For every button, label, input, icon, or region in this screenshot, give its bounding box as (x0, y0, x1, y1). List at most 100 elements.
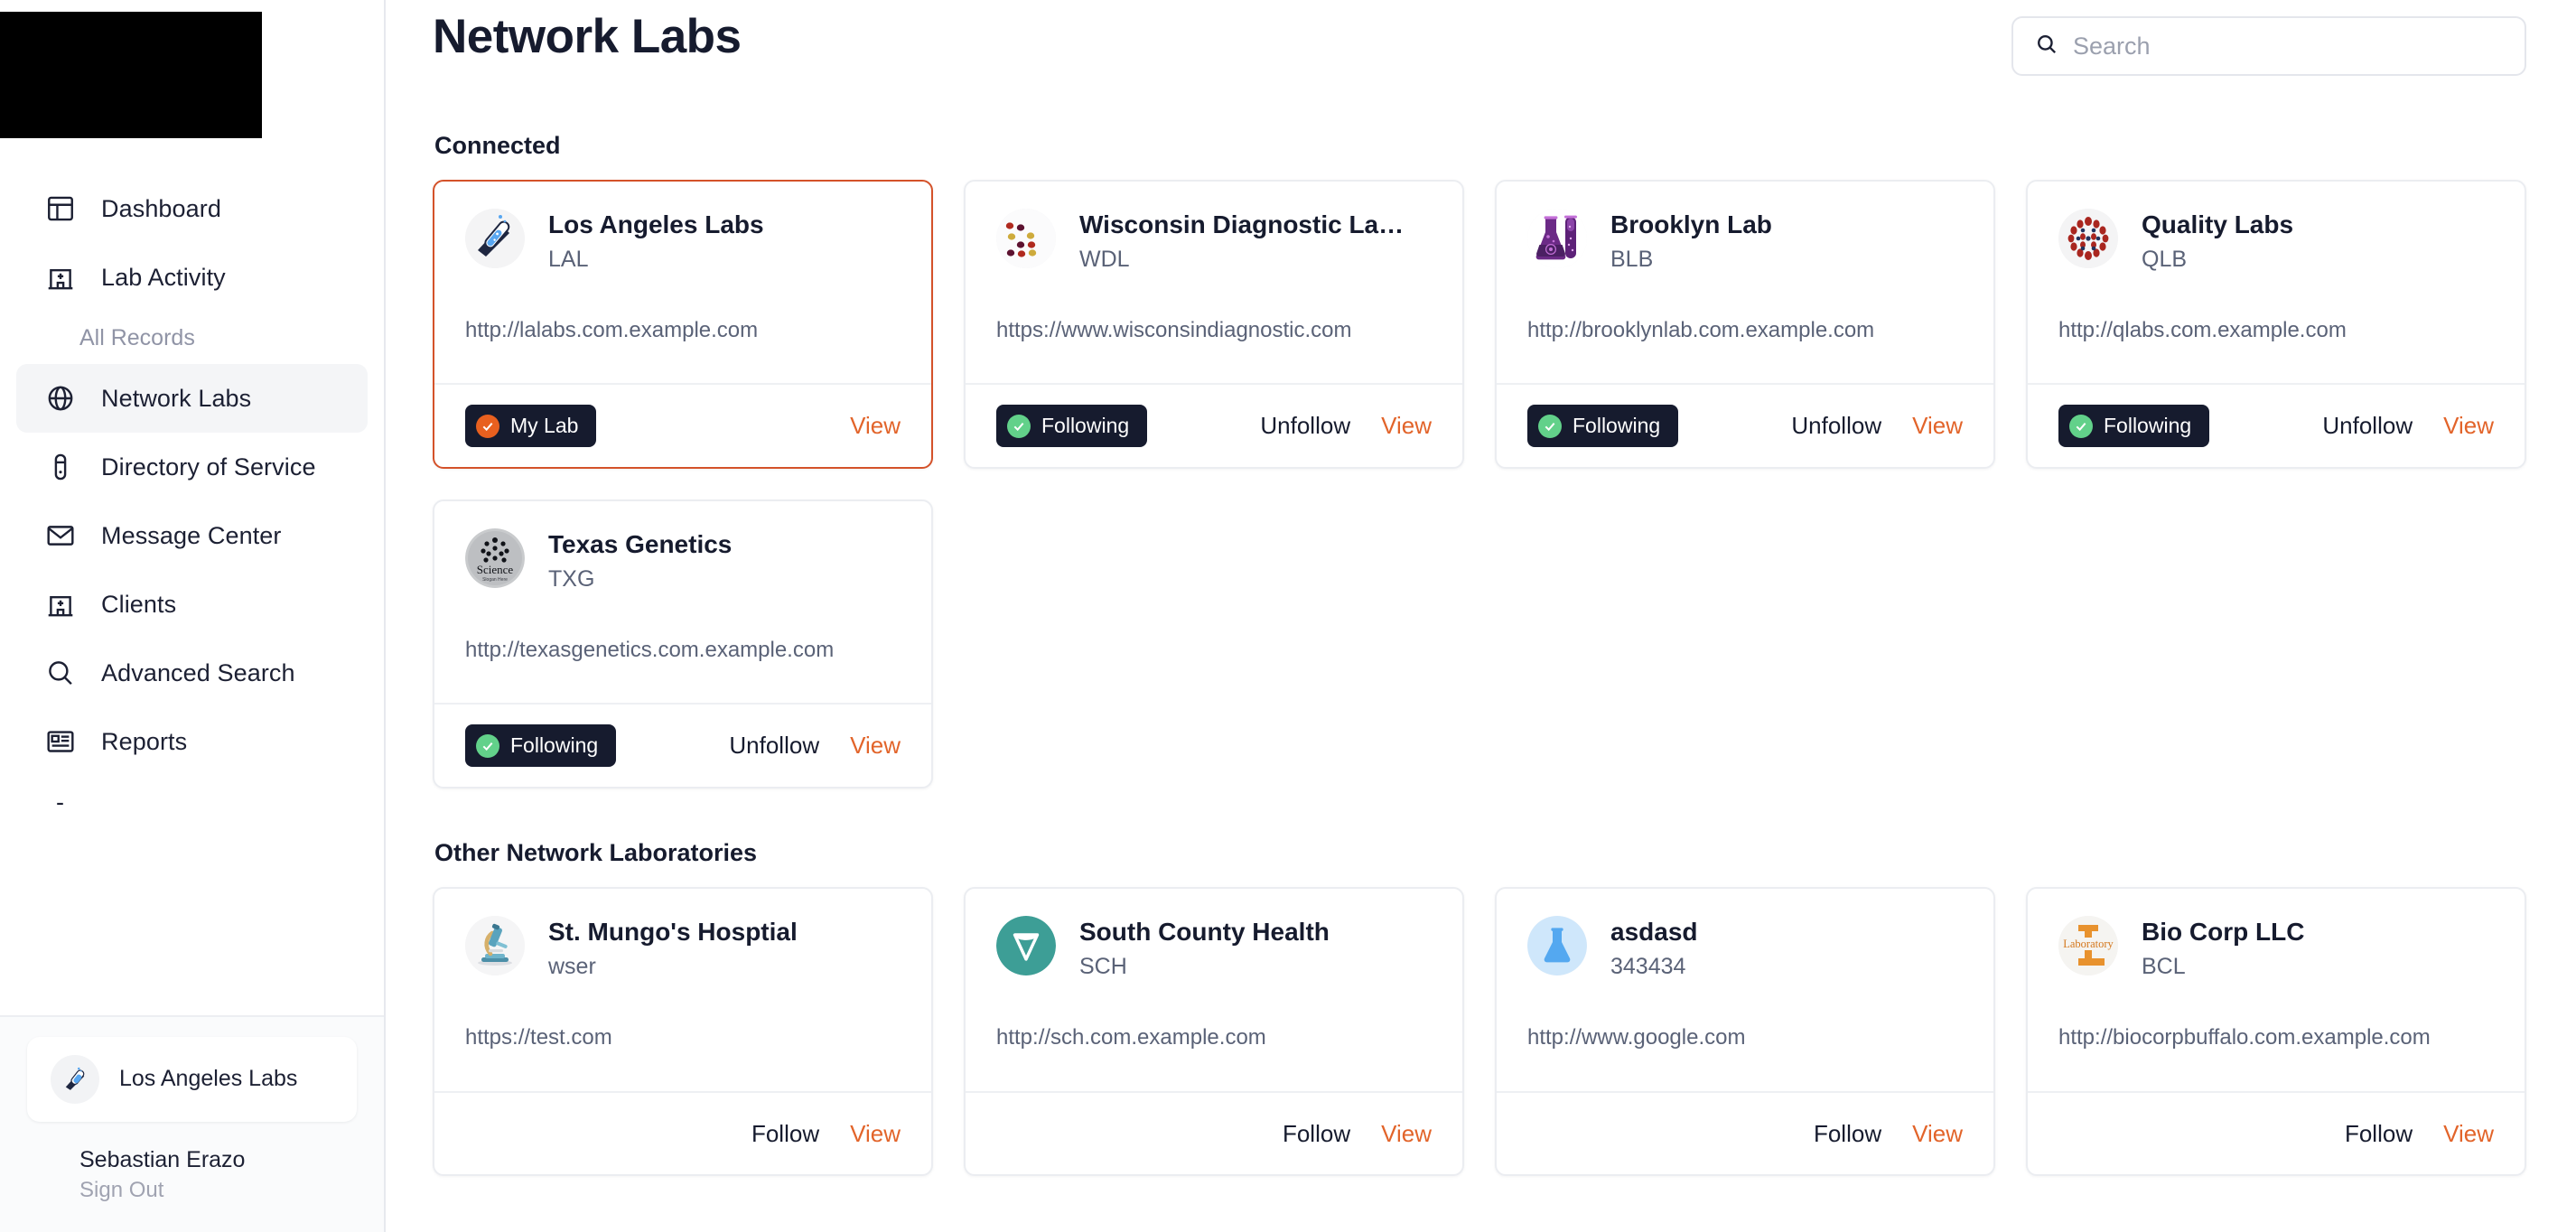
card-footer: Following Unfollow View (966, 383, 1462, 467)
lab-url[interactable]: http://texasgenetics.com.example.com (465, 638, 901, 663)
follow-button[interactable]: Follow (2345, 1120, 2413, 1148)
card-identity: Texas Genetics TXG (548, 528, 732, 593)
lab-code: 343434 (1610, 954, 1686, 980)
follow-button[interactable]: Follow (1283, 1120, 1350, 1148)
lab-card[interactable]: asdasd 343434 http://www.google.com Follow V… (1495, 887, 1995, 1176)
lab-card[interactable]: Laboratory Bio Corp LLC BCL http://biocorpb… (2026, 887, 2526, 1176)
card-body: St. Mungo's Hosptial wser https://test.com (434, 889, 931, 1091)
sidebar-item-label: Message Center (101, 521, 282, 549)
lab-name: St. Mungo's Hosptial (548, 918, 798, 946)
view-link[interactable]: View (1912, 412, 1963, 440)
card-actions: Follow View (1283, 1120, 1432, 1148)
lab-name: Bio Corp LLC (2142, 918, 2305, 946)
view-link[interactable]: View (2443, 412, 2494, 440)
lab-code: WDL (1079, 247, 1130, 273)
sidebar-subitem-all-records[interactable]: All Records (0, 312, 384, 364)
laboratory-l-logo: Laboratory (2058, 916, 2118, 975)
section-title-other: Other Network Laboratories (434, 839, 758, 866)
lab-card[interactable]: Quality Labs QLB http://qlabs.com.example.… (2026, 180, 2526, 469)
test-tube-icon (43, 450, 78, 484)
status-badge-label: Following (1041, 414, 1130, 437)
view-link[interactable]: View (1381, 412, 1432, 440)
sidebar-item-network-labs[interactable]: Network Labs (16, 364, 368, 433)
other-labs-grid: St. Mungo's Hosptial wser https://test.com… (433, 887, 2526, 1176)
lab-card[interactable]: Brooklyn Lab BLB http://brooklynlab.com.ex… (1495, 180, 1995, 469)
sidebar-item-clients[interactable]: Clients (16, 570, 368, 639)
view-link[interactable]: View (850, 412, 901, 440)
lab-card[interactable]: St. Mungo's Hosptial wser https://test.com… (433, 887, 933, 1176)
card-actions: Follow View (751, 1120, 901, 1148)
sidebar-item-label: Dashboard (101, 194, 221, 222)
lab-url[interactable]: http://biocorpbuffalo.com.example.com (2058, 1025, 2494, 1050)
view-link[interactable]: View (850, 1120, 901, 1148)
card-footer: Following Unfollow View (434, 703, 931, 787)
status-badge-label: Following (510, 733, 599, 757)
status-badge: Following (1527, 405, 1679, 447)
quality-dots-logo (2058, 209, 2118, 268)
svg-text:Laboratory: Laboratory (2063, 938, 2114, 950)
lab-code: SCH (1079, 954, 1127, 980)
lab-card[interactable]: Wisconsin Diagnostic Labor... WDL https://… (964, 180, 1464, 469)
lab-url[interactable]: https://test.com (465, 1025, 901, 1050)
unfollow-button[interactable]: Unfollow (729, 732, 819, 760)
envelope-icon (43, 518, 78, 553)
sidebar: Dashboard Lab Activity All Records Network … (0, 0, 386, 1232)
card-body: asdasd 343434 http://www.google.com (1497, 889, 1993, 1091)
brooklyn-flask-logo (1527, 209, 1587, 268)
topbar: Network Labs (433, 0, 2526, 76)
card-header: St. Mungo's Hosptial wser (465, 916, 901, 980)
check-circle-icon (476, 733, 499, 758)
lab-card[interactable]: Science Slogan Here Texas Genetics TXG http… (433, 499, 933, 789)
sidebar-item-lab-activity[interactable]: Lab Activity (16, 243, 368, 312)
sidebar-item-dashboard[interactable]: Dashboard (16, 174, 368, 243)
card-actions: Follow View (1814, 1120, 1963, 1148)
lab-url[interactable]: https://www.wisconsindiagnostic.com (996, 318, 1432, 343)
status-badge: Following (2058, 405, 2210, 447)
search-icon (2035, 33, 2058, 61)
lab-card[interactable]: South County Health SCH http://sch.com.exa… (964, 887, 1464, 1176)
globe-icon (43, 381, 78, 415)
view-link[interactable]: View (1912, 1120, 1963, 1148)
follow-button[interactable]: Follow (751, 1120, 819, 1148)
unfollow-button[interactable]: Unfollow (1791, 412, 1881, 440)
card-actions: Unfollow View (1260, 412, 1432, 440)
lab-url[interactable]: http://qlabs.com.example.com (2058, 318, 2494, 343)
follow-button[interactable]: Follow (1814, 1120, 1881, 1148)
lab-url[interactable]: http://lalabs.com.example.com (465, 318, 901, 343)
lab-name: South County Health (1079, 918, 1330, 946)
search-input[interactable] (2073, 32, 2503, 61)
sidebar-item-message-center[interactable]: Message Center (16, 501, 368, 570)
svg-text:Slogan Here: Slogan Here (482, 577, 508, 583)
card-body: Los Angeles Labs LAL http://lalabs.com.exa… (434, 182, 931, 383)
current-lab-chip[interactable]: Los Angeles Labs (27, 1036, 357, 1122)
sidebar-item-reports[interactable]: Reports (16, 707, 368, 776)
card-identity: Brooklyn Lab BLB (1610, 209, 1772, 273)
unfollow-button[interactable]: Unfollow (1260, 412, 1350, 440)
lab-url[interactable]: http://sch.com.example.com (996, 1025, 1432, 1050)
lab-url[interactable]: http://www.google.com (1527, 1025, 1963, 1050)
lab-name: Los Angeles Labs (548, 210, 764, 238)
lab-url[interactable]: http://brooklynlab.com.example.com (1527, 318, 1963, 343)
view-link[interactable]: View (850, 732, 901, 760)
view-link[interactable]: View (1381, 1120, 1432, 1148)
card-footer: Follow View (1497, 1091, 1993, 1174)
card-body: Wisconsin Diagnostic Labor... WDL https://… (966, 182, 1462, 383)
search-box[interactable] (2011, 16, 2526, 76)
card-actions: Unfollow View (1791, 412, 1963, 440)
main-content: Network Labs Connected Los Angeles LabsL… (386, 0, 2576, 1232)
card-header: asdasd 343434 (1527, 916, 1963, 980)
unfollow-button[interactable]: Unfollow (2322, 412, 2413, 440)
sidebar-item-directory-of-service[interactable]: Directory of Service (16, 433, 368, 501)
lab-card[interactable]: Los Angeles Labs LAL http://lalabs.com.exa… (433, 180, 933, 469)
sign-out-link[interactable]: Sign Out (79, 1176, 357, 1205)
dashboard-icon (43, 191, 78, 226)
report-icon (43, 724, 78, 759)
sidebar-item-label: Clients (101, 590, 177, 618)
card-footer: Following Unfollow View (1497, 383, 1993, 467)
sidebar-item-advanced-search[interactable]: Advanced Search (16, 639, 368, 707)
view-link[interactable]: View (2443, 1120, 2494, 1148)
test-tube-avatar-icon (51, 1054, 99, 1104)
card-header: Los Angeles Labs LAL (465, 209, 901, 273)
check-circle-icon (476, 414, 499, 438)
card-identity: asdasd 343434 (1610, 916, 1698, 980)
